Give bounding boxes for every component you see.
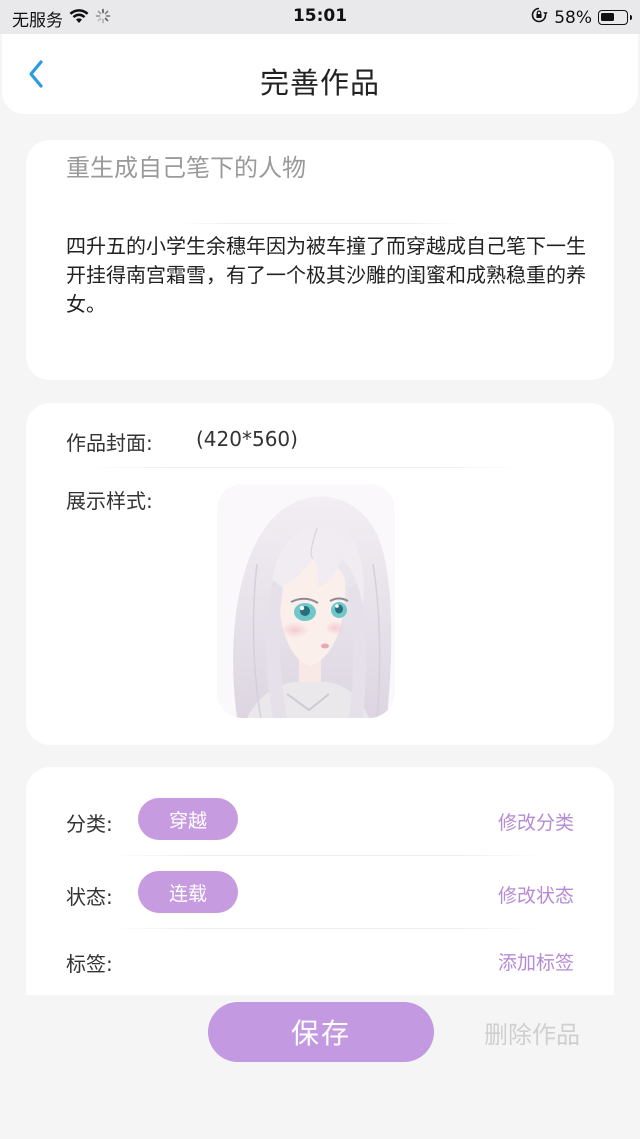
page-title: 完善作品 [259, 66, 380, 100]
divider [106, 928, 546, 929]
display-style-label: 展示样式: [66, 489, 153, 513]
orientation-lock-icon [530, 6, 548, 29]
category-label: 分类: [66, 812, 113, 836]
cover-card: 作品封面: (420*560) 展示样式: [26, 403, 614, 745]
status-chip[interactable]: 连载 [138, 871, 238, 913]
cover-image[interactable] [217, 484, 395, 718]
navigation-bar: 完善作品 [2, 34, 638, 114]
work-title-field[interactable]: 重生成自己笔下的人物 [66, 148, 306, 183]
battery-icon [598, 10, 632, 25]
work-intro-card: 重生成自己笔下的人物 四升五的小学生余穗年因为被车撞了而穿越成自己笔下一生开挂得… [26, 140, 614, 380]
delete-work-button[interactable]: 删除作品 [484, 1015, 580, 1050]
category-chip[interactable]: 穿越 [138, 798, 238, 840]
edit-category-link[interactable]: 修改分类 [498, 808, 574, 835]
battery-level [601, 13, 614, 21]
save-button[interactable]: 保存 [208, 1002, 434, 1062]
tags-label: 标签: [66, 952, 113, 976]
status-bar: 无服务 15:01 58% [0, 0, 640, 34]
work-meta-card: 分类: 穿越 修改分类 状态: 连载 修改状态 标签: 添加标签 [26, 767, 614, 995]
divider [106, 855, 546, 856]
cover-label: 作品封面: [66, 431, 153, 455]
edit-status-link[interactable]: 修改状态 [498, 881, 574, 908]
divider [176, 223, 466, 224]
cover-size-hint: (420*560) [196, 427, 298, 451]
divider [86, 467, 526, 468]
status-right: 58% [530, 6, 632, 29]
status-label: 状态: [66, 885, 113, 909]
add-tag-link[interactable]: 添加标签 [498, 948, 574, 975]
battery-percent: 58% [554, 7, 592, 28]
work-description-field[interactable]: 四升五的小学生余穗年因为被车撞了而穿越成自己笔下一生开挂得南宫霜雪，有了一个极其… [66, 232, 586, 319]
